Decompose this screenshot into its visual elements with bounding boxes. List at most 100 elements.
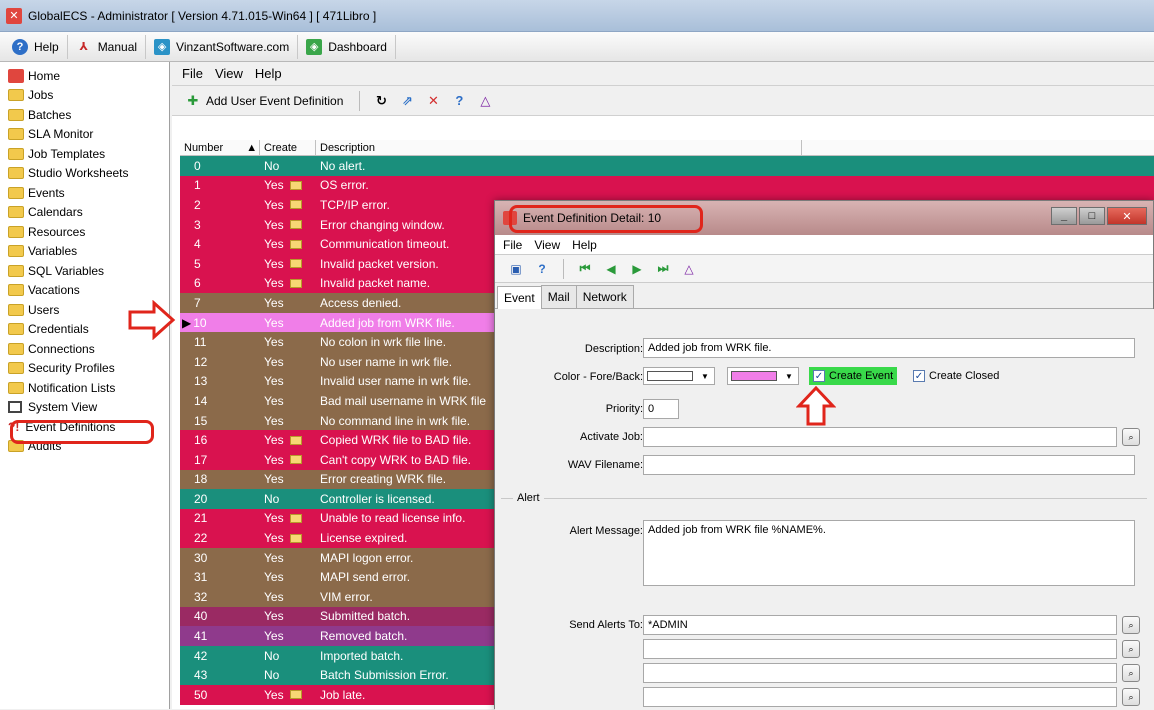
sidebar-item-notification-lists[interactable]: Notification Lists (0, 378, 169, 398)
row-number: 12 (194, 354, 208, 369)
row-create: Yes (260, 511, 316, 525)
next-record-icon[interactable]: ▶ (629, 261, 645, 277)
event-definition-detail-dialog: Event Definition Detail: 10 _ □ ✕ File V… (494, 200, 1154, 710)
send-alerts-input-3[interactable] (643, 663, 1117, 683)
website-button[interactable]: ◈ VinzantSoftware.com (146, 34, 299, 59)
app-titlebar: ✕ GlobalECS - Administrator [ Version 4.… (0, 0, 1154, 32)
mail-icon (289, 239, 302, 249)
fore-color-swatch (647, 371, 693, 381)
row-number: 20 (194, 491, 208, 506)
description-input[interactable]: Added job from WRK file. (643, 338, 1135, 358)
pdf-icon: ⅄ (79, 41, 88, 53)
lookup-icon[interactable]: ⌕ (1122, 640, 1140, 658)
help-icon[interactable]: ? (534, 261, 550, 277)
maximize-button[interactable]: □ (1079, 207, 1105, 225)
help-button[interactable]: ? Help (4, 34, 68, 59)
activate-job-input[interactable] (643, 427, 1117, 447)
delete-icon[interactable]: ✕ (425, 93, 441, 109)
last-record-icon[interactable]: ⏭ (655, 261, 671, 277)
row-description: No alert. (320, 158, 366, 173)
send-alerts-input-1[interactable]: *ADMIN (643, 615, 1117, 635)
row-create: Yes (264, 315, 284, 330)
sidebar-item-security-profiles[interactable]: Security Profiles (0, 359, 169, 379)
sidebar-item-variables[interactable]: Variables (0, 242, 169, 262)
dialog-titlebar: Event Definition Detail: 10 _ □ ✕ (495, 201, 1153, 235)
sidebar-item-studio-worksheets[interactable]: Studio Worksheets (0, 164, 169, 184)
previous-record-icon[interactable]: ◀ (603, 261, 619, 277)
help-icon[interactable]: ? (451, 93, 467, 109)
first-record-icon[interactable]: ⏮ (577, 261, 593, 277)
triangle-icon[interactable]: △ (681, 261, 697, 277)
sidebar-item-connections[interactable]: Connections (0, 339, 169, 359)
pointer-arrow-up-icon (796, 386, 836, 426)
row-create: Yes (264, 393, 284, 408)
column-create[interactable]: Create (260, 140, 316, 155)
top-toolbar: ? Help ⅄ Manual ◈ VinzantSoftware.com ◈ … (0, 32, 1154, 62)
grid-header: Number ▲ Create Description (180, 140, 1154, 156)
folder-icon (8, 303, 24, 316)
column-description[interactable]: Description (316, 140, 802, 155)
sidebar-item-resources[interactable]: Resources (0, 222, 169, 242)
alert-message-textarea[interactable]: Added job from WRK file %NAME%. (643, 520, 1135, 586)
row-create: Yes (264, 335, 284, 350)
sidebar-item-jobs[interactable]: Jobs (0, 86, 169, 106)
back-color-select[interactable]: ▼ (727, 367, 799, 385)
table-row[interactable]: 0 No No alert. (180, 156, 1154, 176)
sidebar-item-home[interactable]: Home (0, 66, 169, 86)
sidebar-item-job-templates[interactable]: Job Templates (0, 144, 169, 164)
menu-view[interactable]: View (215, 66, 243, 81)
dashboard-button[interactable]: ◈ Dashboard (298, 34, 396, 59)
sidebar-item-system-view[interactable]: System View (0, 398, 169, 418)
create-event-checkbox[interactable]: ✓ Create Event (809, 367, 898, 385)
priority-input[interactable]: 0 (643, 399, 679, 419)
sidebar-item-batches[interactable]: Batches (0, 105, 169, 125)
tab-event[interactable]: Event (497, 286, 542, 309)
column-number[interactable]: Number ▲ (180, 140, 260, 155)
manual-button[interactable]: ⅄ Manual (68, 34, 147, 59)
table-row[interactable]: 1 Yes OS error. (180, 175, 1154, 196)
lookup-icon[interactable]: ⌕ (1122, 664, 1140, 682)
dialog-menu-help[interactable]: Help (572, 238, 597, 252)
row-create: Yes (264, 295, 284, 310)
row-create: Yes (264, 472, 284, 487)
minimize-button[interactable]: _ (1051, 207, 1077, 225)
sidebar-item-calendars[interactable]: Calendars (0, 203, 169, 223)
folder-icon (8, 186, 24, 199)
refresh-icon[interactable]: ↻ (373, 93, 389, 109)
export-icon[interactable]: ⇗ (399, 93, 415, 109)
fore-color-select[interactable]: ▼ (643, 367, 715, 385)
mail-icon (289, 435, 302, 445)
tab-network[interactable]: Network (575, 285, 634, 308)
sidebar-item-vacations[interactable]: Vacations (0, 281, 169, 301)
row-description: OS error. (320, 178, 369, 193)
system-view-icon (8, 401, 22, 414)
send-alerts-input-4[interactable] (643, 687, 1117, 707)
tab-mail[interactable]: Mail (540, 285, 577, 308)
row-number: ▶ 10 (182, 315, 207, 330)
lookup-icon[interactable]: ⌕ (1122, 428, 1140, 446)
dashboard-icon: ◈ (306, 38, 323, 55)
add-user-event-definition-button[interactable]: Add User Event Definition (206, 94, 343, 108)
lookup-icon[interactable]: ⌕ (1122, 688, 1140, 706)
save-icon[interactable]: ▣ (508, 261, 524, 277)
mail-icon (289, 180, 302, 190)
dialog-menu-view[interactable]: View (534, 238, 560, 252)
create-closed-checkbox[interactable]: ✓ Create Closed (909, 367, 1003, 385)
event-definitions-highlight (10, 420, 154, 444)
row-number: 0 (194, 158, 201, 173)
close-button[interactable]: ✕ (1107, 207, 1147, 225)
menu-file[interactable]: File (182, 66, 203, 81)
sidebar-item-sql-variables[interactable]: SQL Variables (0, 261, 169, 281)
menu-help[interactable]: Help (255, 66, 282, 81)
mail-icon (289, 455, 302, 465)
lookup-icon[interactable]: ⌕ (1122, 616, 1140, 634)
wav-filename-input[interactable] (643, 455, 1135, 475)
mail-icon (289, 690, 302, 700)
dialog-menu-file[interactable]: File (503, 238, 522, 252)
triangle-icon[interactable]: △ (477, 93, 493, 109)
send-alerts-input-2[interactable] (643, 639, 1117, 659)
sidebar-item-sla-monitor[interactable]: SLA Monitor (0, 125, 169, 145)
sidebar-item-events[interactable]: Events (0, 183, 169, 203)
folder-icon (8, 108, 24, 121)
row-create: No (264, 648, 280, 663)
